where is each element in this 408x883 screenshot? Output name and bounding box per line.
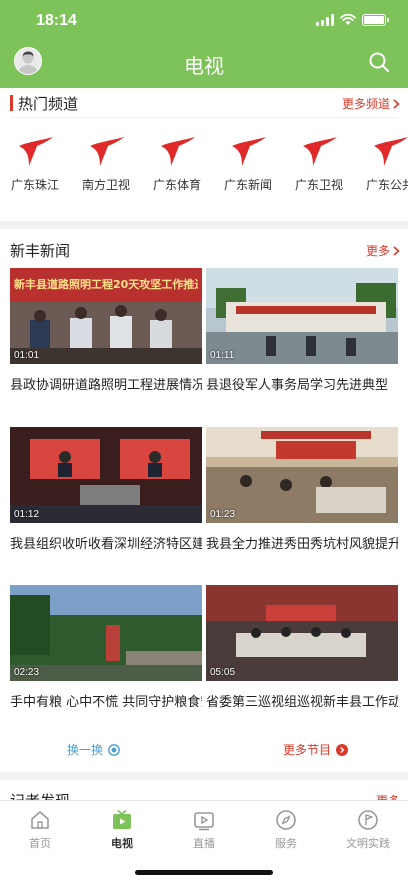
news-title: 我县组织收听收看深圳经济特区建立 bbox=[10, 537, 202, 552]
video-thumbnail: 05:05 bbox=[206, 585, 398, 681]
search-icon[interactable] bbox=[368, 51, 390, 73]
hot-channels-section: 热门频道 更多频道 广东珠江 南方卫视 广东体育 广东新闻 广东卫视 广东公共 bbox=[0, 88, 408, 218]
video-thumbnail: 02:23 bbox=[10, 585, 202, 681]
news-more-link[interactable]: 更多 bbox=[366, 242, 400, 259]
news-card[interactable]: 02:23 手中有粮 心中不慌 共同守护粮食安全 bbox=[10, 585, 202, 715]
app-header: 18:14 电视 bbox=[0, 0, 408, 88]
more-channels-link[interactable]: 更多频道 bbox=[342, 95, 400, 112]
signal-icon bbox=[316, 14, 334, 26]
channel-logo-icon bbox=[374, 137, 408, 166]
tab-label: 电视 bbox=[111, 837, 133, 850]
live-icon bbox=[194, 812, 214, 831]
chevron-right-icon bbox=[393, 98, 400, 109]
news-title: 县政协调研道路照明工程进展情况 bbox=[10, 378, 202, 393]
channel-name: 广东公共 bbox=[365, 178, 408, 192]
tab-civilization-practice[interactable]: 文明实践 bbox=[328, 809, 408, 851]
video-duration: 01:11 bbox=[210, 350, 235, 361]
section-separator bbox=[0, 221, 408, 229]
video-thumbnail: 01:12 bbox=[10, 427, 202, 523]
page-title: 电视 bbox=[184, 54, 224, 78]
news-title: 县退役军人事务局学习先进典型 bbox=[206, 378, 389, 393]
video-duration: 01:12 bbox=[14, 509, 40, 520]
channel-logo-icon bbox=[303, 137, 337, 166]
tab-service[interactable]: 服务 bbox=[246, 809, 326, 851]
tab-label: 直播 bbox=[193, 837, 215, 850]
tab-home[interactable]: 首页 bbox=[0, 809, 80, 851]
divider bbox=[10, 117, 398, 118]
home-indicator bbox=[135, 870, 273, 875]
video-thumbnail: 01:23 bbox=[206, 427, 398, 523]
video-duration: 01:01 bbox=[14, 350, 40, 361]
channel-item[interactable]: 广东珠江 bbox=[0, 130, 70, 193]
news-title: 省委第三巡视组巡视新丰县工作动员会 bbox=[206, 695, 398, 710]
video-duration: 02:23 bbox=[14, 667, 40, 678]
swap-label: 换一换 bbox=[67, 743, 104, 757]
video-duration: 05:05 bbox=[210, 667, 236, 678]
flag-icon bbox=[358, 810, 378, 830]
news-section-header: 新丰新闻 更多 bbox=[0, 236, 408, 264]
news-title: 我县全力推进秀田秀坑村风貌提升 bbox=[206, 537, 398, 552]
video-duration: 01:23 bbox=[210, 509, 236, 520]
channel-item[interactable]: 广东新闻 bbox=[213, 130, 283, 193]
hot-channels-title: 热门频道 bbox=[18, 95, 79, 113]
channel-logo-icon bbox=[232, 137, 266, 166]
news-card[interactable]: 新丰县道路照明工程20天攻坚工作推进会 01:01 县政协调研道路照明工程进展情… bbox=[10, 268, 202, 398]
channel-item[interactable]: 广东体育 bbox=[142, 130, 212, 193]
tab-label: 文明实践 bbox=[346, 837, 390, 850]
home-icon bbox=[31, 811, 49, 829]
more-channels-label: 更多频道 bbox=[341, 97, 390, 111]
status-time: 18:14 bbox=[36, 12, 77, 29]
tab-live[interactable]: 直播 bbox=[164, 809, 244, 851]
tab-tv[interactable]: 电视 bbox=[82, 809, 162, 851]
wifi-icon bbox=[340, 14, 356, 25]
battery-icon bbox=[362, 14, 389, 26]
news-card[interactable]: 05:05 省委第三巡视组巡视新丰县工作动员会 bbox=[206, 585, 398, 715]
news-card[interactable]: 01:11 县退役军人事务局学习先进典型 bbox=[206, 268, 398, 398]
arrow-circle-icon bbox=[336, 743, 348, 756]
compass-icon bbox=[276, 810, 296, 830]
video-thumbnail: 01:11 bbox=[206, 268, 398, 364]
channel-logo-icon bbox=[19, 137, 53, 166]
channel-list: 广东珠江 南方卫视 广东体育 广东新闻 广东卫视 广东公共 bbox=[0, 130, 408, 210]
status-icons bbox=[316, 14, 389, 26]
chevron-right-icon bbox=[393, 245, 400, 256]
channel-name: 广东新闻 bbox=[223, 178, 272, 192]
news-card[interactable]: 01:12 我县组织收听收看深圳经济特区建立 bbox=[10, 427, 202, 557]
tv-icon bbox=[113, 809, 131, 829]
more-programs-label: 更多节目 bbox=[282, 743, 331, 757]
channel-item[interactable]: 南方卫视 bbox=[71, 130, 141, 193]
news-card[interactable]: 01:23 我县全力推进秀田秀坑村风貌提升 bbox=[206, 427, 398, 557]
channel-name: 广东卫视 bbox=[294, 178, 343, 192]
refresh-icon bbox=[108, 743, 120, 756]
news-more-label: 更多 bbox=[365, 244, 390, 258]
section-marker bbox=[10, 95, 13, 111]
news-actions: 换一换 更多节目 bbox=[0, 738, 408, 760]
more-programs-button[interactable]: 更多节目 bbox=[283, 741, 348, 758]
news-title: 手中有粮 心中不慌 共同守护粮食安全 bbox=[10, 695, 202, 710]
channel-logo-icon bbox=[161, 137, 195, 166]
section-separator bbox=[0, 772, 408, 780]
channel-item[interactable]: 广东公共 bbox=[355, 130, 408, 193]
tab-label: 服务 bbox=[275, 837, 297, 850]
tab-label: 首页 bbox=[29, 837, 51, 850]
video-thumbnail: 新丰县道路照明工程20天攻坚工作推进会 01:01 bbox=[10, 268, 202, 364]
channel-name: 南方卫视 bbox=[81, 178, 130, 192]
channel-logo-icon bbox=[90, 137, 124, 166]
bottom-tab-bar: 首页 电视 直播 服务 文明实践 bbox=[0, 800, 408, 883]
news-section-title: 新丰新闻 bbox=[10, 242, 71, 260]
video-banner-text: 新丰县道路照明工程20天攻坚工作推进会 bbox=[14, 278, 198, 291]
channel-item[interactable]: 广东卫视 bbox=[284, 130, 354, 193]
channel-name: 广东体育 bbox=[152, 178, 201, 192]
swap-button[interactable]: 换一换 bbox=[67, 741, 120, 758]
channel-name: 广东珠江 bbox=[10, 178, 59, 192]
